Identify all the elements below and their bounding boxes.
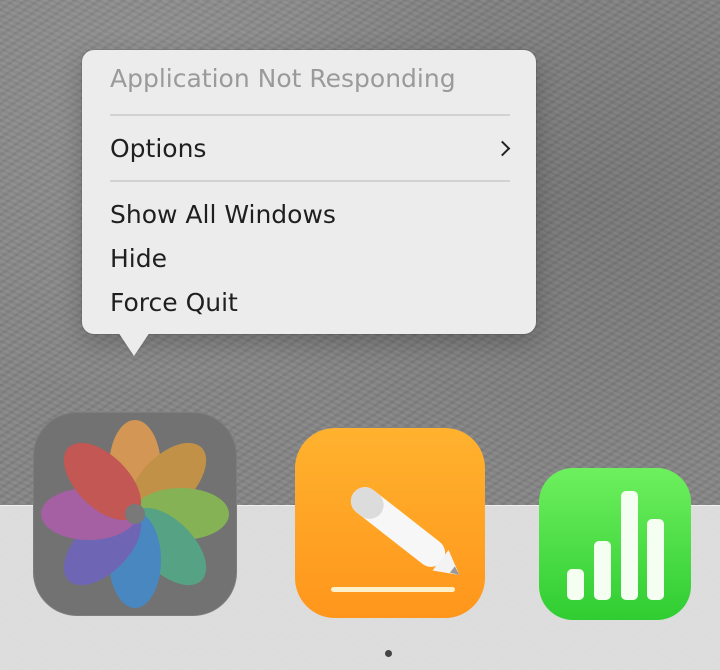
context-menu: Application Not Responding Options Show …	[82, 50, 536, 334]
numbers-icon	[567, 491, 664, 600]
dock-item-pages[interactable]	[295, 428, 485, 618]
desktop: Application Not Responding Options Show …	[0, 0, 720, 670]
dock-item-photos[interactable]	[33, 412, 237, 616]
menu-divider	[110, 180, 510, 182]
menu-item-label: Hide	[110, 244, 167, 273]
pages-icon	[331, 487, 460, 592]
menu-item-force-quit[interactable]: Force Quit	[110, 287, 510, 319]
running-indicator	[385, 650, 392, 657]
menu-pointer	[118, 332, 150, 356]
menu-divider	[110, 114, 510, 116]
menu-item-label: Force Quit	[110, 288, 238, 317]
dock-item-numbers[interactable]	[539, 468, 691, 620]
menu-item-options[interactable]: Options	[110, 133, 511, 165]
menu-item-label: Show All Windows	[110, 200, 336, 229]
menu-item-show-all-windows[interactable]: Show All Windows	[110, 199, 510, 231]
menu-item-hide[interactable]: Hide	[110, 243, 510, 275]
photos-icon	[41, 420, 229, 608]
menu-title: Application Not Responding	[110, 64, 456, 93]
menu-item-label: Options	[110, 134, 207, 163]
chevron-right-icon	[494, 140, 511, 157]
